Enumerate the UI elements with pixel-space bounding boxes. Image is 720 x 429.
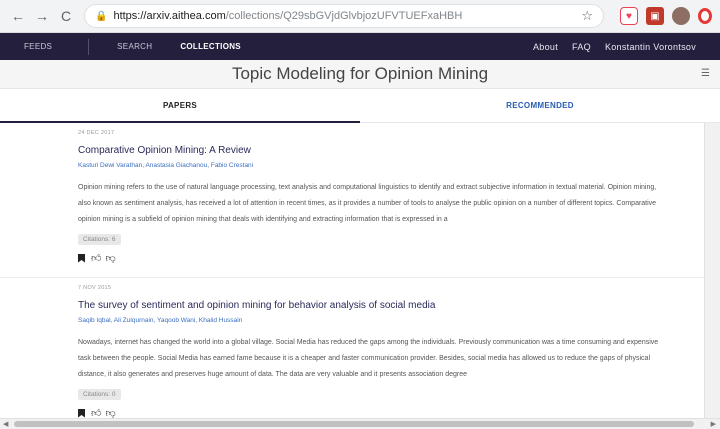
nav-user[interactable]: Konstantin Vorontsov [605, 42, 696, 52]
paper-title-link[interactable]: The survey of sentiment and opinion mini… [78, 300, 704, 311]
collection-header: Topic Modeling for Opinion Mining ☰ [0, 60, 720, 89]
scroll-right-icon[interactable]: ▶ [711, 420, 716, 428]
url-host: https://arxiv.aithea.com [113, 10, 226, 22]
paper-date: 24 DEC 2017 [78, 130, 115, 136]
paper-abstract: Nowadays, internet has changed the world… [78, 339, 659, 378]
vertical-scrollbar[interactable] [704, 123, 720, 418]
nav-divider [88, 38, 90, 55]
lock-icon: 🔒 [95, 10, 108, 22]
page-title: Topic Modeling for Opinion Mining [231, 64, 489, 83]
nav-feeds[interactable]: FEEDS [24, 42, 52, 51]
paper-authors[interactable]: Saqib Iqbal, Ali Zulqurnain, Yaqoob Wani… [78, 317, 704, 324]
opera-extension-icon[interactable] [698, 8, 712, 24]
filter-settings-icon[interactable]: ☰ [701, 68, 710, 79]
back-icon[interactable]: ← [8, 6, 28, 26]
pocket-extension-icon[interactable]: ♥ [620, 7, 638, 25]
citations-badge: Citations: 0 [78, 389, 121, 400]
paper-card: 24 DEC 2017 Comparative Opinion Mining: … [0, 123, 704, 278]
browser-toolbar: ← → C 🔒 https://arxiv.aithea.com/collect… [0, 0, 720, 33]
url-path: /collections/Q29sbGVjdGlvbjozUFVTUEFxaHB… [225, 10, 463, 22]
nav-faq[interactable]: FAQ [572, 42, 591, 52]
site-navigation: FEEDS SEARCH COLLECTIONS About FAQ Konst… [0, 33, 720, 60]
pdf-extension-icon[interactable]: ▣ [646, 7, 664, 25]
paper-card: 7 NOV 2015 The survey of sentiment and o… [0, 278, 704, 429]
scroll-thumb[interactable] [14, 421, 694, 427]
tab-recommended[interactable]: RECOMMENDED [360, 89, 720, 123]
nav-search[interactable]: SEARCH [117, 42, 152, 51]
bookmark-star-icon[interactable]: ☆ [581, 8, 593, 24]
bookmark-icon[interactable] [78, 253, 85, 263]
address-bar[interactable]: 🔒 https://arxiv.aithea.com/collections/Q… [84, 4, 604, 28]
paper-list: 24 DEC 2017 Comparative Opinion Mining: … [0, 123, 704, 429]
paper-abstract: Opinion mining refers to the use of natu… [78, 184, 657, 223]
citations-badge: Citations: 6 [78, 234, 121, 245]
tab-papers[interactable]: PAPERS [0, 89, 360, 123]
paper-title-link[interactable]: Comparative Opinion Mining: A Review [78, 145, 704, 156]
nav-about[interactable]: About [533, 42, 558, 52]
forward-icon[interactable]: → [32, 6, 52, 26]
horizontal-scrollbar[interactable]: ◀ ▶ [0, 418, 720, 429]
paper-authors[interactable]: Kasturi Dewi Varathan, Anastasia Giachan… [78, 162, 704, 169]
bookmark-icon[interactable] [78, 408, 85, 418]
thumbs-up-icon[interactable]: 👍︎ [91, 252, 101, 264]
reload-icon[interactable]: C [56, 6, 76, 26]
profile-avatar[interactable] [672, 7, 690, 25]
paper-date: 7 NOV 2015 [78, 285, 112, 291]
paper-actions: 👍︎ 👎︎ [78, 252, 704, 264]
nav-collections[interactable]: COLLECTIONS [180, 42, 241, 51]
scroll-left-icon[interactable]: ◀ [3, 420, 8, 428]
tab-bar: PAPERS RECOMMENDED [0, 89, 720, 123]
thumbs-down-icon[interactable]: 👎︎ [105, 252, 115, 264]
